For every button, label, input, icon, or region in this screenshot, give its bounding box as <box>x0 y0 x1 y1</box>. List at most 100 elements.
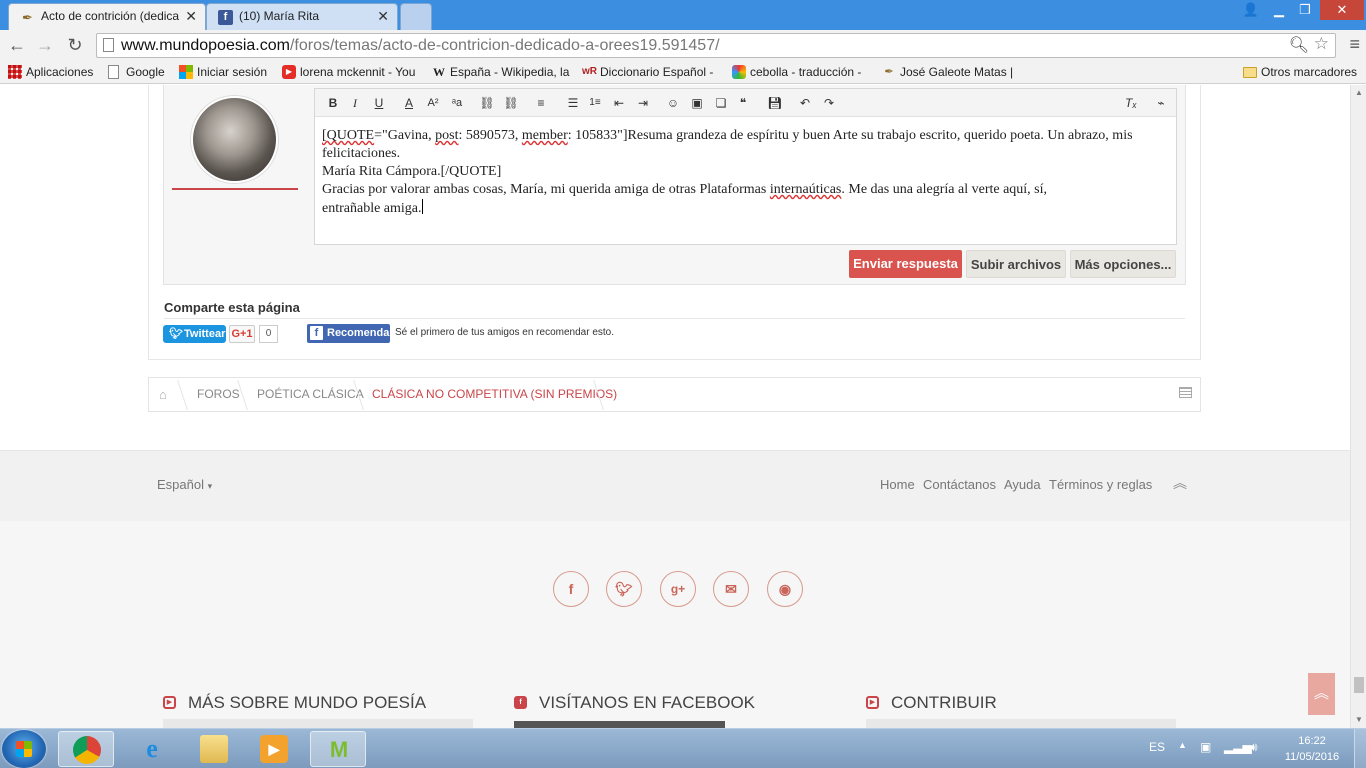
show-desktop-button[interactable] <box>1354 729 1366 768</box>
facebook-icon: f <box>218 10 233 25</box>
tray-expand-icon[interactable]: ▲ <box>1178 740 1187 750</box>
facebook-recommend-button[interactable]: f Recomendar <box>307 324 394 343</box>
redo-icon[interactable]: ↷ <box>821 95 837 111</box>
undo-icon[interactable]: ↶ <box>797 95 813 111</box>
footer-link-ayuda[interactable]: Ayuda <box>1004 477 1041 492</box>
bookmark-cebolla[interactable]: cebolla - traducción - <box>730 60 870 84</box>
page-scrollbar[interactable]: ▲ ▼ <box>1350 85 1366 728</box>
quill-icon: ✒ <box>22 10 33 25</box>
italic-icon[interactable]: I <box>347 95 363 111</box>
minimize-icon[interactable]: ▁ <box>1266 0 1292 20</box>
language-selector[interactable]: Español ▾ <box>157 477 212 492</box>
text-run: . Me das una alegría al verte aquí, sí, <box>841 182 1048 197</box>
tweet-button[interactable]: 🐦︎ Twittear <box>163 325 226 343</box>
rss-icon[interactable]: ◉ <box>767 571 803 607</box>
remove-format-icon[interactable]: Tₓ <box>1123 95 1139 111</box>
breadcrumb: ⌂ FOROS POÉTICA CLÁSICA CLÁSICA NO COMPE… <box>148 377 1201 412</box>
save-icon[interactable]: 💾︎ <box>767 95 783 111</box>
indent-icon[interactable]: ⇥ <box>635 95 651 111</box>
bullet-list-icon[interactable]: ☰ <box>565 95 581 111</box>
forward-icon[interactable]: → <box>34 34 56 56</box>
system-clock[interactable]: 16:22 11/05/2016 <box>1282 733 1342 765</box>
font-family-icon[interactable]: ᵃa <box>449 95 465 111</box>
address-bar[interactable]: www.mundopoesia.com/foros/temas/acto-de-… <box>96 33 1336 58</box>
facebook-icon[interactable]: f <box>553 571 589 607</box>
chrome-icon <box>73 736 101 764</box>
folder-icon <box>1243 67 1257 78</box>
align-icon[interactable]: ≡ <box>533 95 549 111</box>
start-button[interactable] <box>2 730 46 768</box>
text-caret <box>421 199 423 214</box>
back-icon[interactable]: ← <box>6 34 28 56</box>
media-icon[interactable]: ❏ <box>713 95 729 111</box>
footer-link-contactanos[interactable]: Contáctanos <box>923 477 996 492</box>
bold-icon[interactable]: B <box>325 95 341 111</box>
smiley-icon[interactable]: ☺ <box>665 95 681 111</box>
bookmark-aplicaciones[interactable]: Aplicaciones <box>6 60 93 84</box>
toggle-bbcode-icon[interactable]: ⌁ <box>1153 95 1169 111</box>
taskbar-media-player[interactable]: ▶ <box>246 731 302 767</box>
google-plus-icon[interactable]: g+ <box>660 571 696 607</box>
taskbar-explorer[interactable] <box>186 731 242 767</box>
scroll-down-icon[interactable]: ▼ <box>1351 712 1366 728</box>
bookmark-lorena[interactable]: ▶ lorena mckennit - You <box>280 60 418 84</box>
editor-toolbar: B I U A A² ᵃa ⛓ ⛓ ≡ ☰ 1≡ ⇤ ⇥ ☺ ▣ ❏ ❝ 💾︎ … <box>315 89 1176 117</box>
facebook-widget[interactable] <box>514 721 725 728</box>
zoom-icon[interactable]: 🔍︎ <box>1289 35 1309 55</box>
star-icon[interactable]: ☆ <box>1314 34 1329 54</box>
taskbar-movistar[interactable]: M <box>310 731 366 767</box>
font-size-icon[interactable]: A² <box>425 95 441 111</box>
editor-content[interactable]: [QUOTE="Gavina, post: 5890573, member: 1… <box>322 127 1170 218</box>
input-language[interactable]: ES <box>1149 740 1165 754</box>
text-run: member <box>521 128 568 143</box>
bookmark-wikipedia[interactable]: W España - Wikipedia, la <box>430 60 570 84</box>
scroll-up-icon[interactable]: ▲ <box>1351 85 1366 101</box>
chevron-up-icon[interactable]: ︽ <box>1173 473 1187 493</box>
more-options-button[interactable]: Más opciones... <box>1070 250 1176 278</box>
menu-icon[interactable]: ≡ <box>1349 34 1360 55</box>
clock-time: 16:22 <box>1298 735 1326 747</box>
numbered-list-icon[interactable]: 1≡ <box>587 95 603 111</box>
user-icon[interactable]: 👤 <box>1238 0 1264 20</box>
volume-icon[interactable]: 🔊︎ <box>1250 740 1258 755</box>
upload-files-button[interactable]: Subir archivos <box>966 250 1066 278</box>
new-tab-button[interactable] <box>400 3 432 30</box>
footer-link-terminos[interactable]: Términos y reglas <box>1049 477 1152 492</box>
clock-date: 11/05/2016 <box>1284 751 1340 763</box>
scroll-to-top-button[interactable]: ︽ <box>1308 673 1335 715</box>
tab-maria-rita[interactable]: f (10) María Rita ✕ <box>206 3 398 30</box>
font-color-icon[interactable]: A <box>401 95 417 111</box>
url-domain: www.mundopoesia.com <box>121 37 290 54</box>
close-icon[interactable]: ✕ <box>377 4 389 29</box>
taskbar-internet-explorer[interactable]: e <box>124 731 180 767</box>
tray-device-icon[interactable]: ▣ <box>1200 740 1211 754</box>
envelope-icon[interactable]: ✉ <box>713 571 749 607</box>
send-reply-button[interactable]: Enviar respuesta <box>849 250 962 278</box>
image-icon[interactable]: ▣ <box>689 95 705 111</box>
footer-link-home[interactable]: Home <box>880 477 915 492</box>
reload-icon[interactable]: ↻ <box>64 34 86 56</box>
avatar[interactable] <box>191 96 278 183</box>
quote-icon[interactable]: ❝ <box>735 95 751 111</box>
signal-icon[interactable]: ▂▃▅ <box>1224 740 1252 754</box>
link-icon[interactable]: ⛓ <box>479 95 495 111</box>
text-run: : 5890573, <box>458 128 522 143</box>
tab-acto-de-contricion[interactable]: ✒ Acto de contrición (dedica ✕ <box>8 3 206 30</box>
restore-icon[interactable]: ❐ <box>1292 0 1318 20</box>
close-icon[interactable]: ✕ <box>185 4 197 29</box>
bookmark-iniciar-sesion[interactable]: Iniciar sesión <box>177 60 267 84</box>
scrollbar-thumb[interactable] <box>1354 677 1364 693</box>
unlink-icon[interactable]: ⛓ <box>503 95 519 111</box>
bookmark-google[interactable]: Google <box>106 60 165 84</box>
underline-icon[interactable]: U <box>371 95 387 111</box>
outdent-icon[interactable]: ⇤ <box>611 95 627 111</box>
bookmark-jose-galeote[interactable]: ✒ José Galeote Matas | <box>880 60 1020 84</box>
bookmark-diccionario[interactable]: wR Diccionario Español - <box>580 60 720 84</box>
gplus-button[interactable]: G+1 <box>229 325 255 343</box>
taskbar-chrome[interactable] <box>58 731 114 767</box>
menu-icon[interactable] <box>1179 387 1192 398</box>
tab-title: Acto de contrición (dedica <box>41 9 180 23</box>
bookmark-otros-marcadores[interactable]: Otros marcadores <box>1241 60 1357 84</box>
window-close-icon[interactable]: ✕ <box>1320 0 1364 20</box>
twitter-icon[interactable]: 🐦︎ <box>606 571 642 607</box>
